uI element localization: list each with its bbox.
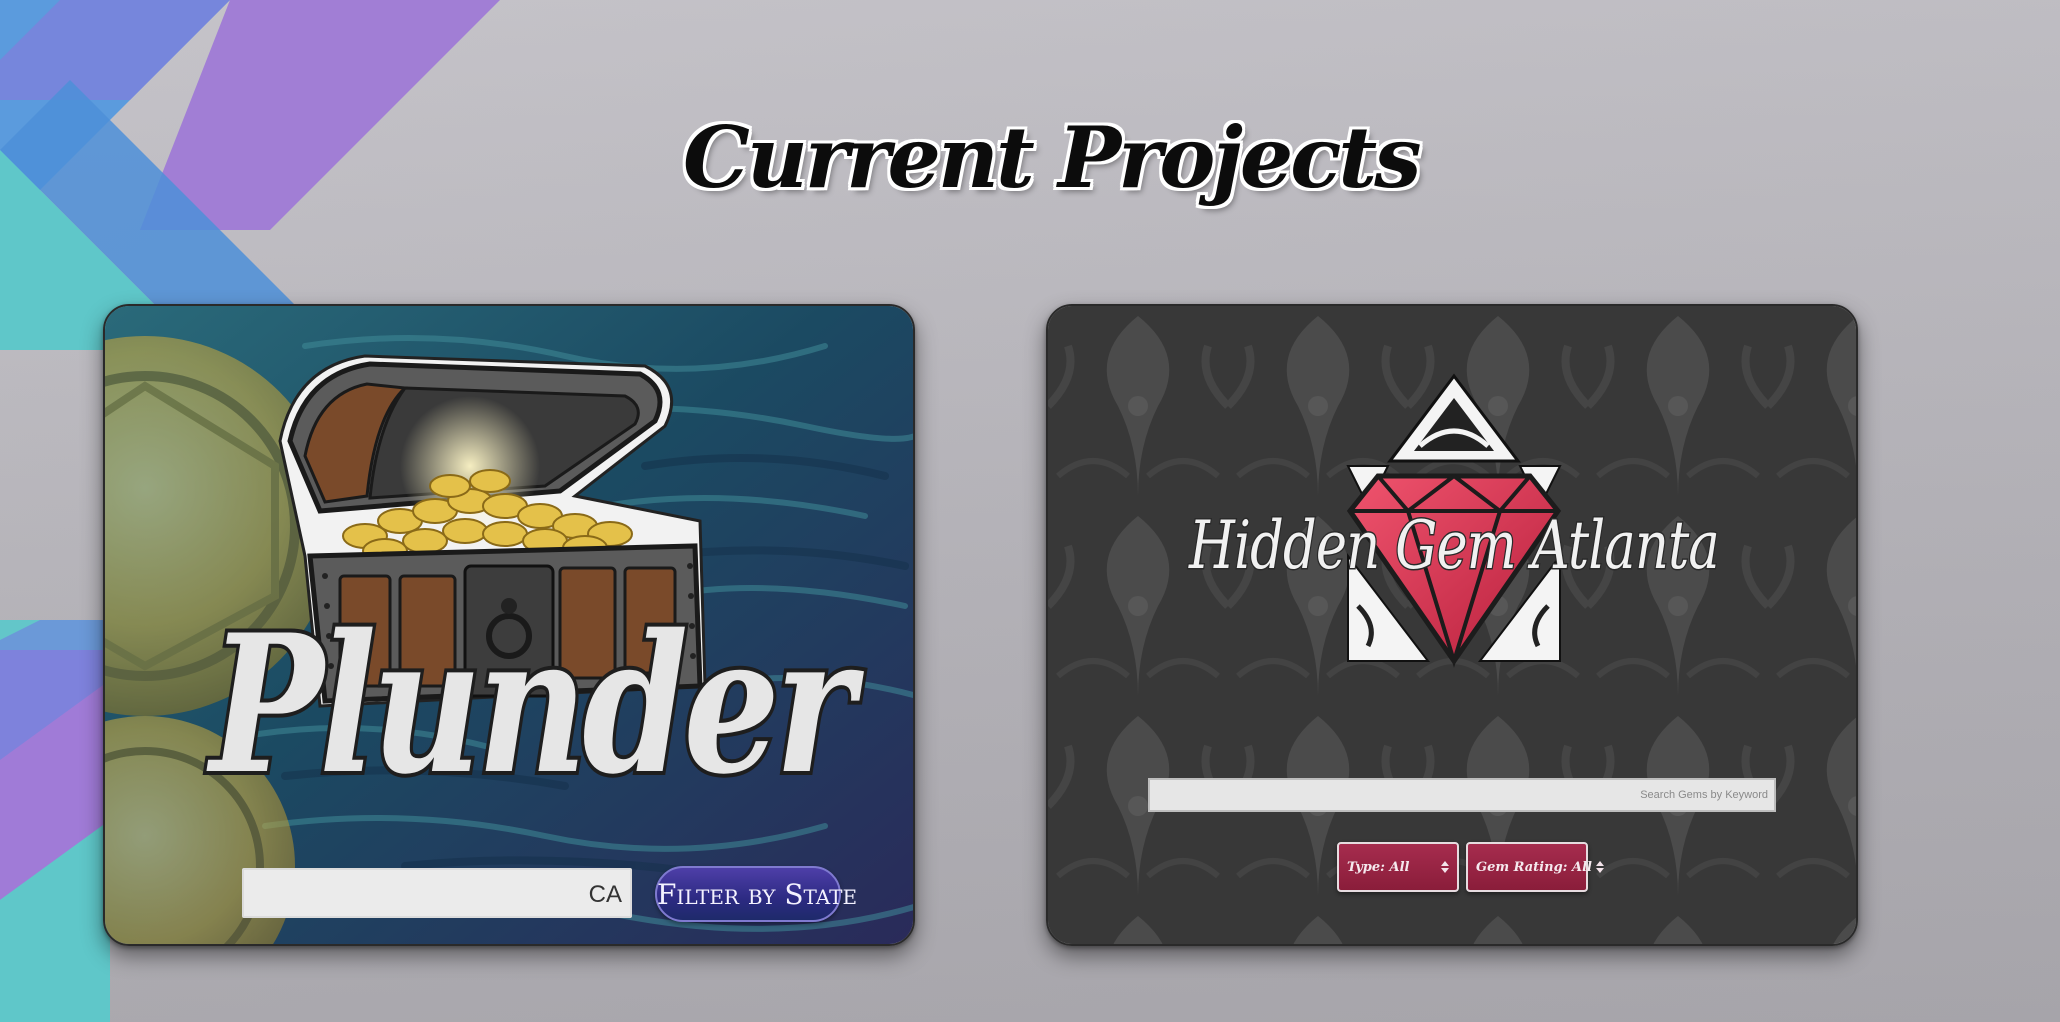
- page-title: Current Projects: [683, 108, 1422, 207]
- select-arrows-icon: [1595, 861, 1604, 873]
- gem-rating-filter-select[interactable]: Gem Rating: All: [1466, 842, 1604, 892]
- project-card-hidden-gem-atlanta[interactable]: Hidden Gem Atlanta Type: All Gem Rating:…: [1046, 304, 1858, 946]
- gem-search-input[interactable]: [1148, 778, 1776, 812]
- filter-by-state-button[interactable]: Filter by State: [655, 866, 857, 922]
- gem-rating-filter-label: Gem Rating: All: [1476, 859, 1592, 875]
- plunder-logo-text: Plunder: [206, 593, 864, 816]
- type-filter-label: Type: All: [1347, 859, 1410, 875]
- type-filter-select[interactable]: Type: All: [1337, 842, 1459, 892]
- hidden-gem-logo-text: Hidden Gem Atlanta: [1188, 507, 1719, 584]
- select-arrows-icon: [1441, 861, 1449, 873]
- state-filter-input[interactable]: [242, 868, 632, 918]
- project-card-plunder[interactable]: Plunder Filter by State: [103, 304, 915, 946]
- plunder-artwork: Plunder: [105, 306, 913, 944]
